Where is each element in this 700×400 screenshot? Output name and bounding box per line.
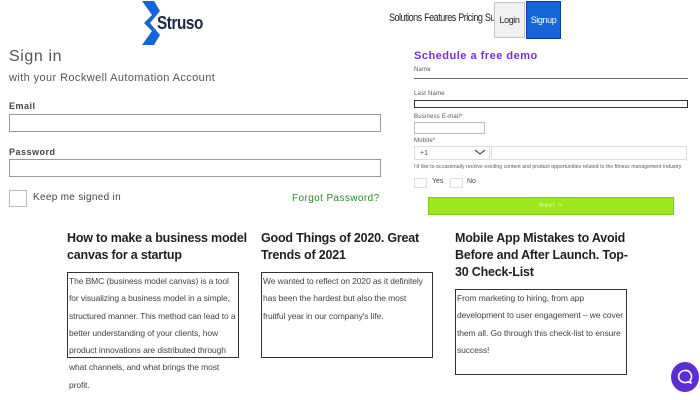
excerpt-line: structured manner. This method can lead … (69, 310, 236, 321)
login-button[interactable]: Login (494, 2, 525, 38)
nav-features[interactable]: Features (424, 12, 456, 24)
chat-launcher-button[interactable] (671, 362, 699, 392)
excerpt-line: success! (457, 344, 490, 355)
excerpt-line: product innovations are distributed thro… (69, 345, 226, 356)
business-email-field[interactable] (414, 122, 485, 134)
email-label: Email (9, 101, 36, 111)
excerpt-line: development to user engagement – we cove… (457, 310, 624, 321)
signin-subtitle: with your Rockwell Automation Account (9, 72, 216, 84)
keep-signed-in-checkbox[interactable] (9, 190, 27, 207)
business-email-label: Business E-mail* (414, 114, 463, 120)
article-3-title[interactable]: Mobile App Mistakes to Avoid Before and … (455, 230, 640, 281)
excerpt-line: has been the hardest but also the most (263, 293, 407, 304)
excerpt-line: for visualizing a business model in a si… (69, 293, 230, 304)
article-3-excerpt: From marketing to hiring, from app devel… (457, 290, 632, 359)
excerpt-line: We wanted to reflect on 2020 as it defin… (263, 276, 423, 286)
chat-bubble-icon (677, 369, 693, 384)
mobile-label: Mobile* (414, 138, 436, 144)
next-button[interactable]: Next > (428, 197, 674, 215)
excerpt-line: From marketing to hiring, from app (457, 293, 584, 303)
email-field[interactable] (9, 114, 381, 132)
excerpt-line: profit. (69, 379, 90, 390)
article-2-title[interactable]: Good Things of 2020. Great Trends of 202… (261, 230, 441, 264)
password-label: Password (9, 147, 56, 157)
forgot-password-link[interactable]: Forgot Password? (292, 193, 380, 204)
keep-signed-in-label: Keep me signed in (33, 192, 121, 203)
consent-no-label: No (467, 178, 476, 185)
signin-title: Sign in (9, 48, 63, 65)
country-code-value: +1 (420, 150, 428, 157)
article-1-excerpt: The BMC (business model canvas) is a too… (69, 273, 269, 394)
excerpt-line: them all. Go through this check-list to … (457, 327, 621, 338)
excerpt-line: better understanding of your clients, ho… (69, 327, 218, 338)
nav-pricing[interactable]: Pricing (458, 12, 483, 24)
consent-yes-radio[interactable] (414, 178, 427, 188)
name-field[interactable] (414, 78, 688, 79)
consent-text: I'd like to occasionally receive excitin… (414, 164, 682, 170)
name-label: Name (414, 67, 431, 73)
signup-button[interactable]: Signup (526, 1, 561, 39)
excerpt-line: The BMC (business model canvas) is a too… (69, 276, 229, 286)
nav-solutions[interactable]: Solutions (389, 12, 422, 24)
article-1-title[interactable]: How to make a business model canvas for … (67, 230, 247, 264)
logo-text: Struso (157, 13, 203, 33)
password-field[interactable] (9, 159, 381, 177)
mobile-field[interactable] (491, 146, 687, 160)
consent-yes-label: Yes (432, 178, 444, 185)
excerpt-line: fruitful year in our company's life. (263, 310, 384, 321)
consent-no-radio[interactable] (450, 178, 463, 188)
demo-title: Schedule a free demo (414, 50, 538, 62)
article-2-excerpt: We wanted to reflect on 2020 as it defin… (263, 273, 438, 325)
lastname-field[interactable] (414, 100, 688, 108)
excerpt-line: what channels, and what brings the most (69, 362, 220, 373)
chevron-down-icon (474, 149, 486, 155)
struso-logo[interactable]: Struso (140, 1, 203, 45)
lastname-label: Last Name (414, 91, 445, 97)
